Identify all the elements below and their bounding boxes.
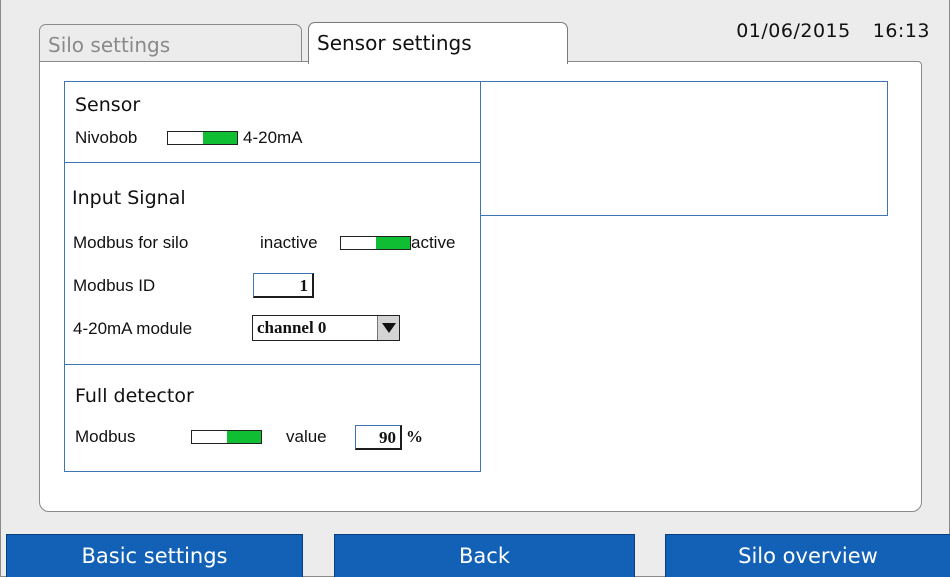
sensor-title: Sensor bbox=[75, 94, 141, 116]
sensor-section: Sensor Nivobob 4-20mA bbox=[64, 81, 481, 163]
tab-sensor-settings[interactable]: Sensor settings bbox=[308, 22, 568, 64]
module-label: 4-20mA module bbox=[73, 319, 193, 338]
toggle-knob bbox=[226, 431, 261, 443]
active-label: active bbox=[411, 233, 456, 252]
percent-unit: % bbox=[406, 427, 423, 446]
modbus-for-silo-toggle[interactable] bbox=[340, 236, 411, 250]
modbus-id-label: Modbus ID bbox=[73, 276, 156, 295]
module-select[interactable]: channel 0 bbox=[252, 315, 400, 341]
basic-settings-button[interactable]: Basic settings bbox=[6, 534, 303, 577]
input-signal-title: Input Signal bbox=[72, 187, 186, 209]
full-detector-toggle[interactable] bbox=[191, 430, 262, 444]
inactive-label: inactive bbox=[260, 233, 318, 252]
toggle-knob bbox=[375, 237, 410, 249]
toggle-knob bbox=[202, 132, 237, 144]
full-detector-value-input[interactable]: 90 bbox=[355, 425, 402, 450]
full-detector-modbus-label: Modbus bbox=[75, 427, 136, 446]
tab-silo-settings[interactable]: Silo settings bbox=[39, 24, 302, 62]
full-detector-title: Full detector bbox=[75, 385, 194, 407]
input-signal-section: Input Signal Modbus for silo inactive ac… bbox=[64, 162, 481, 365]
time-text: 16:13 bbox=[872, 20, 930, 42]
info-box bbox=[480, 81, 888, 216]
modbus-id-input[interactable]: 1 bbox=[253, 273, 314, 298]
4-20ma-label: 4-20mA bbox=[243, 128, 303, 147]
modbus-for-silo-label: Modbus for silo bbox=[73, 233, 189, 252]
back-button[interactable]: Back bbox=[334, 534, 635, 577]
module-select-value: channel 0 bbox=[257, 318, 327, 337]
date-text: 01/06/2015 bbox=[736, 20, 851, 42]
value-label: value bbox=[286, 427, 327, 446]
nivobob-label: Nivobob bbox=[75, 128, 138, 147]
full-detector-section: Full detector Modbus value 90 % bbox=[64, 364, 481, 472]
chevron-down-icon[interactable] bbox=[377, 316, 399, 340]
datetime: 01/06/2015 16:13 bbox=[736, 20, 930, 42]
silo-overview-button[interactable]: Silo overview bbox=[665, 534, 950, 577]
sensor-type-toggle[interactable] bbox=[167, 131, 238, 145]
